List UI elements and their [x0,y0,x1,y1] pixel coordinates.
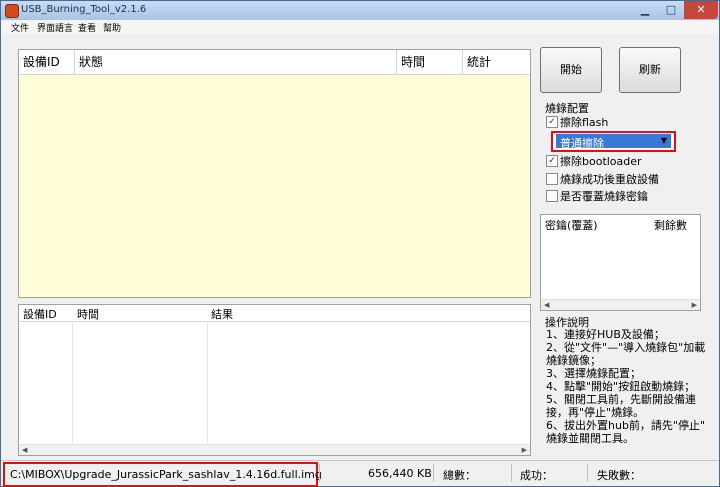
key-list[interactable]: 密鑰(覆蓋) 剩餘數 ◀ ▶ [540,214,701,311]
window-title: USB_Burning_Tool_v2.1.6 [21,4,147,15]
image-path: C:\MIBOX\Upgrade_JurassicPark_sashlav_1.… [10,468,322,481]
status-divider [433,464,434,482]
overwrite-key-label: 是否覆蓋燒錄密鑰 [560,190,648,203]
log-col-result[interactable]: 結果 [211,306,233,322]
scroll-right-icon[interactable]: ▶ [522,445,527,455]
image-size: 656,440 KB [368,467,432,480]
image-path-box: C:\MIBOX\Upgrade_JurassicPark_sashlav_1.… [3,462,322,487]
col-key[interactable]: 密鑰(覆蓋) [545,217,598,233]
scroll-left-icon[interactable]: ◀ [544,300,549,310]
col-status[interactable]: 狀態 [75,50,397,74]
refresh-button[interactable]: 刷新 [619,47,681,93]
chevron-down-icon[interactable]: ▼ [661,136,667,145]
instruction-line: 1、連接好HUB及設備； [546,328,665,341]
key-list-scrollbar[interactable]: ◀ ▶ [541,299,700,310]
scroll-left-icon[interactable]: ◀ [22,445,27,455]
erase-mode-select[interactable]: 普通擦除 ▼ [551,131,676,152]
log-list-scrollbar[interactable]: ◀ ▶ [19,444,530,455]
success-count: 成功： [520,469,553,482]
maximize-button[interactable]: □ [658,1,684,19]
title-bar[interactable]: USB_Burning_Tool_v2.1.6 ▁ □ ✕ [1,1,719,20]
overwrite-key-checkbox[interactable] [546,190,558,202]
instructions-text: 1、連接好HUB及設備； 2、從"文件"—"導入燒錄包"加載 燒錄鏡像； 3、選… [546,328,706,445]
minimize-icon: ▁ [640,3,650,16]
instruction-line: 4、點擊"開始"按鈕啟動燒錄； [546,380,696,393]
instruction-line: 5、關閉工具前，先斷開設備連 [546,393,696,406]
erase-flash-label: 擦除flash [560,116,609,129]
menu-file[interactable]: 文件 [11,21,29,34]
instruction-line: 6、拔出外置hub前，請先"停止" [546,419,706,432]
log-col-time[interactable]: 時間 [77,306,99,322]
log-list[interactable]: 設備ID 時間 結果 ◀ ▶ [18,304,531,456]
erase-flash-checkbox[interactable]: ✓ [546,116,558,128]
total-count: 總數： [443,469,476,482]
scroll-right-icon[interactable]: ▶ [692,300,697,310]
status-divider [319,464,320,482]
menu-view[interactable]: 查看 [78,21,96,34]
maximize-icon: □ [665,3,677,16]
col-remaining[interactable]: 剩餘數 [654,217,687,233]
col-device-id[interactable]: 設備ID [19,50,75,74]
menu-language[interactable]: 界面語言 [37,21,73,34]
col-time[interactable]: 時間 [397,50,463,74]
log-list-header: 設備ID 時間 結果 [19,305,530,322]
instruction-line: 燒錄鏡像； [546,354,601,367]
close-button[interactable]: ✕ [684,1,718,19]
column-divider [207,321,208,443]
erase-mode-value: 普通擦除 [560,137,604,150]
column-divider [72,321,73,443]
instruction-line: 3、選擇燒錄配置； [546,367,641,380]
start-button[interactable]: 開始 [540,47,602,93]
erase-bootloader-label: 擦除bootloader [560,155,642,168]
log-col-device-id[interactable]: 設備ID [23,306,57,322]
instruction-line: 燒錄並關閉工具。 [546,432,634,445]
minimize-button[interactable]: ▁ [632,1,658,19]
menu-help[interactable]: 幫助 [103,21,121,34]
device-list[interactable]: 設備ID 狀態 時間 統計 [18,49,531,298]
erase-mode-selected: 普通擦除 ▼ [556,134,671,150]
status-divider [511,464,512,482]
app-icon [5,4,19,18]
reset-after-label: 燒錄成功後重啟設備 [560,173,659,186]
close-icon: ✕ [696,3,706,16]
app-window: USB_Burning_Tool_v2.1.6 ▁ □ ✕ 文件 界面語言 查看… [0,0,720,487]
menu-bar: 文件 界面語言 查看 幫助 [1,20,719,34]
instruction-line: 接，再"停止"燒錄。 [546,406,645,419]
reset-after-checkbox[interactable] [546,173,558,185]
col-stats[interactable]: 統計 [463,50,530,74]
status-bar: C:\MIBOX\Upgrade_JurassicPark_sashlav_1.… [1,460,719,487]
instruction-line: 2、從"文件"—"導入燒錄包"加載 [546,341,706,354]
device-list-header: 設備ID 狀態 時間 統計 [19,50,530,75]
fail-count: 失敗數： [597,469,641,482]
erase-bootloader-checkbox[interactable]: ✓ [546,155,558,167]
status-divider [587,464,588,482]
